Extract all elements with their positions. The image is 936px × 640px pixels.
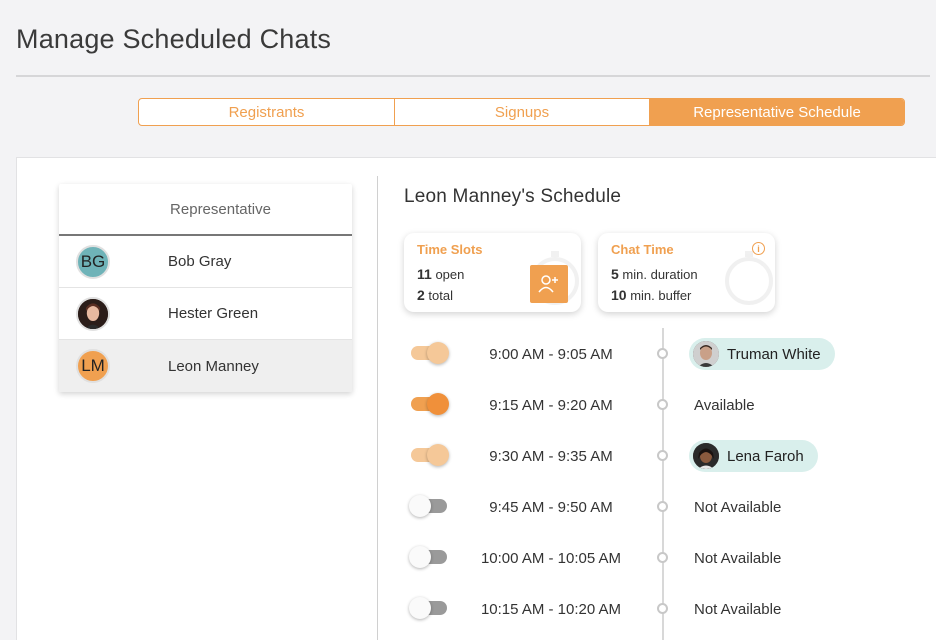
slot-time: 9:45 AM - 9:50 AM <box>489 498 613 516</box>
slot-toggle[interactable] <box>409 546 447 568</box>
timeline-dot <box>657 501 668 512</box>
timeline-dot <box>657 348 668 359</box>
total-label: total <box>428 288 453 303</box>
timeline-dot <box>657 450 668 461</box>
representative-name: Hester Green <box>168 305 259 322</box>
representative-list-header: Representative <box>59 184 352 236</box>
main-panel: Representative BG Bob Gray Hester Green … <box>16 157 936 640</box>
slot-toggle[interactable] <box>409 495 447 517</box>
add-slot-button[interactable] <box>530 265 568 303</box>
buffer-label: min. buffer <box>630 288 692 303</box>
time-slot-row: 9:00 AM - 9:05 AM Truman White <box>17 334 936 374</box>
slot-time: 10:00 AM - 10:05 AM <box>480 549 622 567</box>
slot-status: Not Available <box>694 549 782 567</box>
representative-name: Bob Gray <box>168 253 232 270</box>
title-divider <box>16 75 930 77</box>
duration-label: min. duration <box>622 267 698 282</box>
slot-toggle[interactable] <box>411 342 449 364</box>
attendee-name: Truman White <box>727 345 821 363</box>
booked-attendee-pill[interactable]: Lena Faroh <box>689 440 818 472</box>
time-slot-row: 10:00 AM - 10:05 AM Not Available <box>17 538 936 578</box>
time-slot-row: 10:15 AM - 10:20 AM Not Available <box>17 589 936 629</box>
attendee-avatar <box>693 443 719 469</box>
representative-item-bob-gray[interactable]: BG Bob Gray <box>59 236 352 288</box>
slot-time: 10:15 AM - 10:20 AM <box>480 600 622 618</box>
time-slot-row: 9:15 AM - 9:20 AM Available <box>17 385 936 425</box>
slot-toggle[interactable] <box>411 444 449 466</box>
person-photo-icon <box>693 341 719 367</box>
total-count: 2 <box>417 287 425 303</box>
tab-signups[interactable]: Signups <box>394 99 649 125</box>
representative-item-hester-green[interactable]: Hester Green <box>59 288 352 340</box>
slot-toggle[interactable] <box>409 597 447 619</box>
person-photo-icon <box>78 298 108 329</box>
time-slot-row: 9:30 AM - 9:35 AM Lena Faroh <box>17 436 936 476</box>
slot-toggle[interactable] <box>411 393 449 415</box>
attendee-avatar <box>693 341 719 367</box>
timeline-dot <box>657 399 668 410</box>
slot-status: Not Available <box>694 600 782 618</box>
stopwatch-icon <box>725 251 773 305</box>
slot-time: 9:30 AM - 9:35 AM <box>489 447 613 465</box>
slot-status: Not Available <box>694 498 782 516</box>
time-slots-card: Time Slots 11 open 2 total <box>404 233 581 312</box>
booked-attendee-pill[interactable]: Truman White <box>689 338 835 370</box>
time-slot-row: 9:45 AM - 9:50 AM Not Available <box>17 487 936 527</box>
open-label: open <box>435 267 465 282</box>
tab-bar: Registrants Signups Representative Sched… <box>138 98 905 126</box>
timeline-dot <box>657 603 668 614</box>
duration-value: 5 <box>611 266 619 282</box>
slot-status: Available <box>694 396 755 414</box>
schedule-title: Leon Manney's Schedule <box>404 186 622 207</box>
slot-time: 9:00 AM - 9:05 AM <box>489 345 613 363</box>
timeline-dot <box>657 552 668 563</box>
chat-time-card: i Chat Time 5 min. duration 10 min. buff… <box>598 233 775 312</box>
tab-representative-schedule[interactable]: Representative Schedule <box>649 99 904 125</box>
avatar: BG <box>76 244 110 279</box>
tab-registrants[interactable]: Registrants <box>139 99 394 125</box>
avatar <box>76 296 110 331</box>
open-count: 11 <box>417 266 432 282</box>
buffer-value: 10 <box>611 287 627 303</box>
attendee-name: Lena Faroh <box>727 447 804 465</box>
person-photo-icon <box>693 443 719 469</box>
page-title: Manage Scheduled Chats <box>16 24 332 54</box>
info-icon[interactable]: i <box>752 242 765 255</box>
add-person-icon <box>538 275 558 293</box>
slot-time: 9:15 AM - 9:20 AM <box>489 396 613 414</box>
